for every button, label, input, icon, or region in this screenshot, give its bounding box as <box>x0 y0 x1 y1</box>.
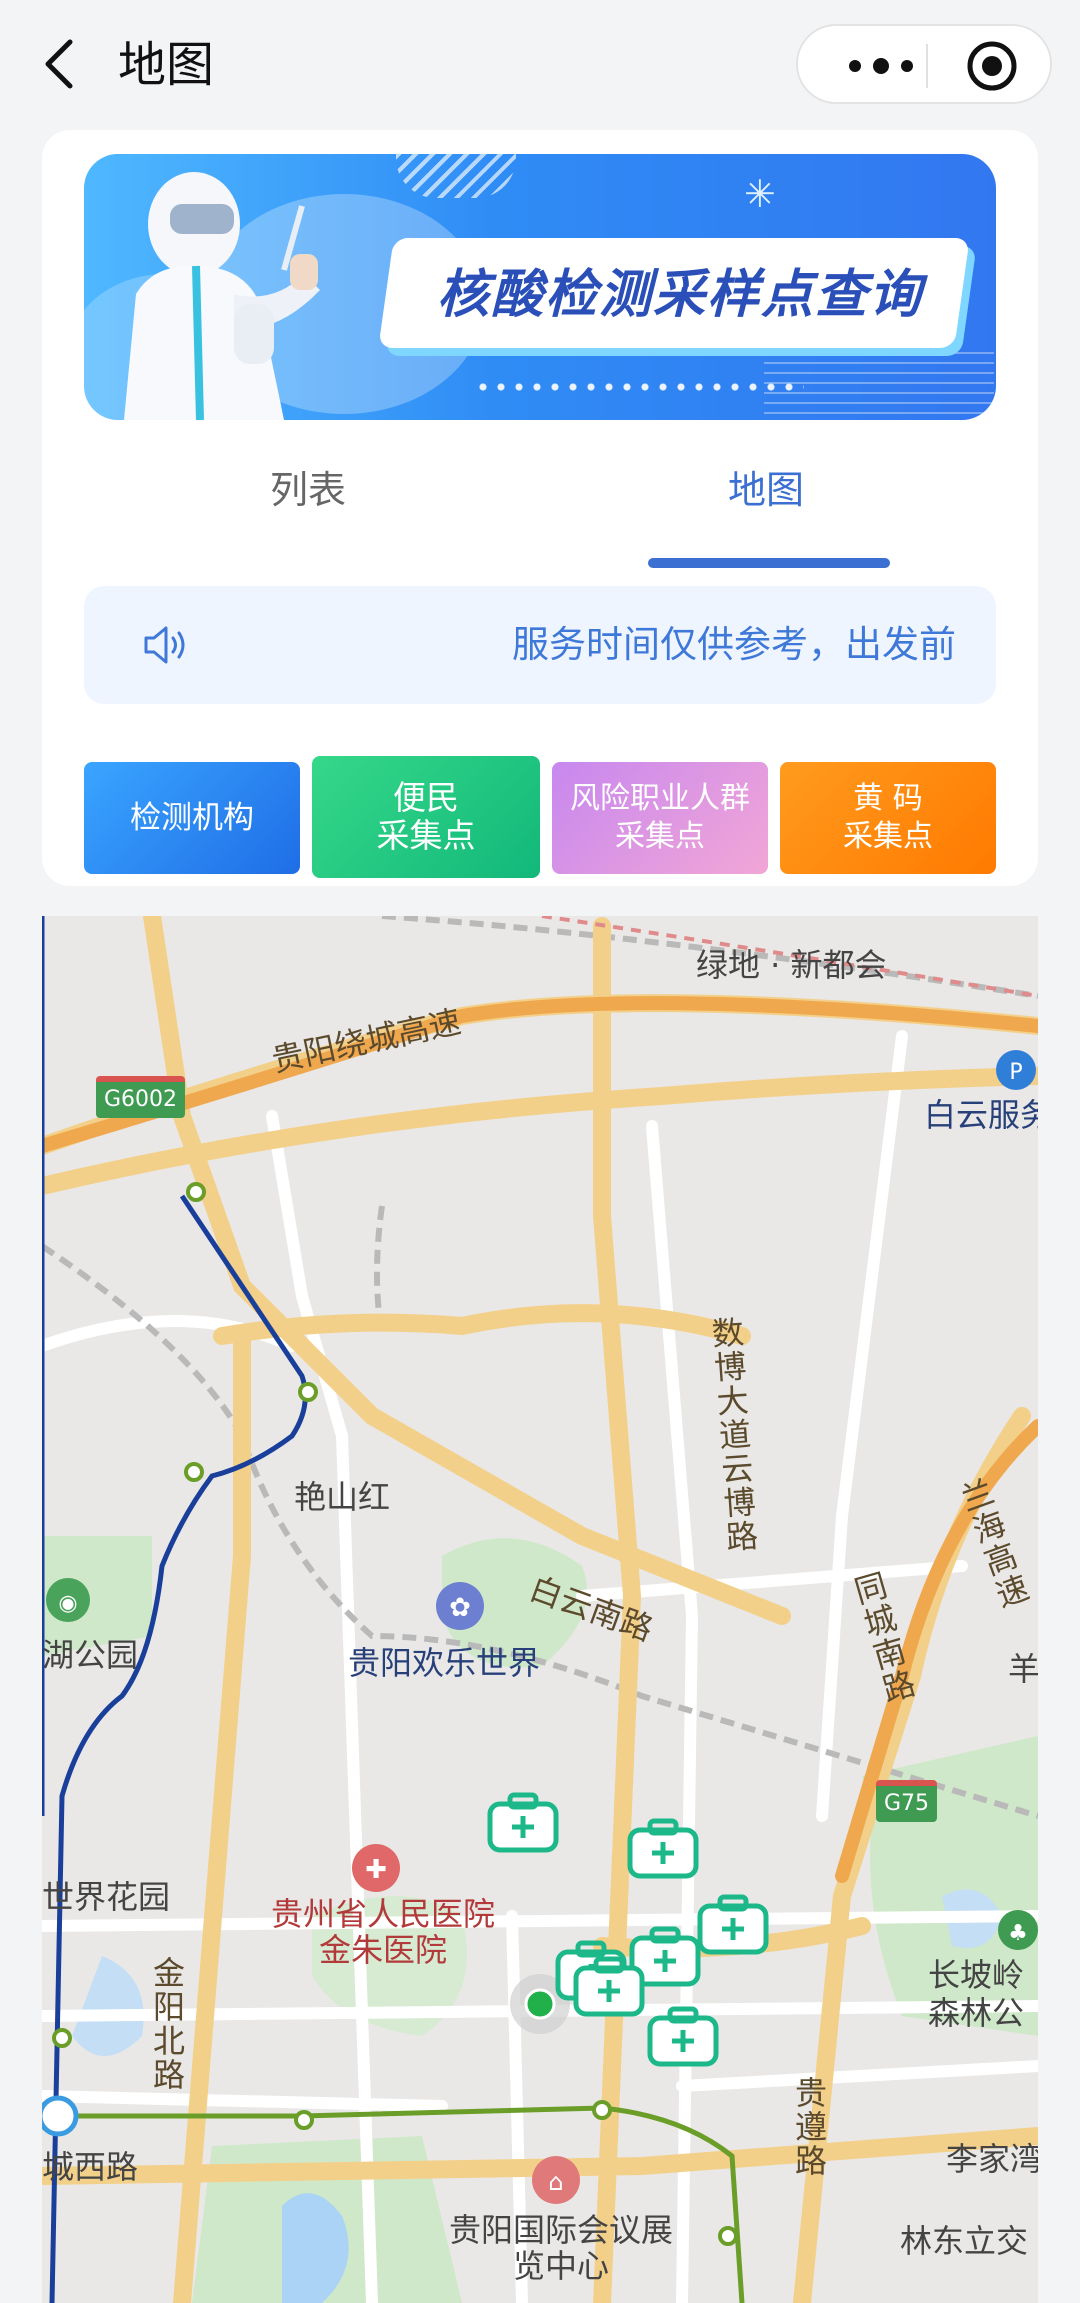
back-arrow-icon[interactable] <box>40 38 80 90</box>
banner-title: 核酸检测采样点查询 <box>436 265 923 325</box>
highway-shield-g75: G75 <box>876 1780 938 1822</box>
banner-lines <box>764 344 994 414</box>
sampling-point-marker[interactable] <box>572 1956 646 2018</box>
map-label: 羊 <box>1008 1650 1038 1688</box>
category-yellow-code-point[interactable]: 黄 码 采集点 <box>780 762 996 874</box>
virus-icon: ✳ <box>744 172 776 216</box>
map-label: 贵阳欢乐世界 <box>348 1644 541 1682</box>
capsule-divider <box>926 44 928 88</box>
sampling-point-marker[interactable] <box>696 1894 770 1956</box>
active-tab-indicator <box>648 558 890 568</box>
banner-dots <box>474 382 804 392</box>
notice-bar: 服务时间仅供参考，出发前 <box>84 586 996 704</box>
svg-text:⌂: ⌂ <box>548 2168 563 2196</box>
tab-list[interactable]: 列表 <box>270 460 346 520</box>
sampling-point-marker[interactable] <box>626 1818 700 1880</box>
map-label: 贵遵路 <box>790 2076 828 2178</box>
sampling-point-marker[interactable] <box>646 2006 720 2068</box>
view-tabs: 列表 地图 <box>42 430 1038 540</box>
close-target-icon[interactable] <box>964 38 1020 94</box>
map-label: 长坡岭森林公 <box>928 1956 1025 2032</box>
mini-program-capsule <box>796 24 1052 104</box>
banner: ✳ 核酸检测采样点查询 <box>84 154 996 420</box>
map-label: 贵州省人民医院金朱医院 <box>270 1895 495 1969</box>
search-card: ✳ 核酸检测采样点查询 列表 地图 服务时间仅供参考，出发前 检测机构 便民 采 <box>42 130 1038 886</box>
map-label: 绿地 · 新都会 <box>696 946 887 984</box>
map-label: 林东立交 <box>900 2222 1029 2260</box>
banner-stripes <box>396 154 516 198</box>
top-bar: 地图 <box>0 0 1080 130</box>
map-label: 湖公园 <box>42 1636 139 1674</box>
page-title: 地图 <box>118 37 215 93</box>
map-view[interactable]: ✿ ✚ ⌂ ◉ ♣ P G6002 G75 绿地 · 新都会 贵阳绕城高速 白云… <box>42 916 1038 2303</box>
svg-text:♣: ♣ <box>1008 1921 1028 1946</box>
svg-text:✿: ✿ <box>449 1593 471 1623</box>
sampling-point-marker[interactable] <box>486 1792 560 1854</box>
speaker-icon <box>144 626 185 664</box>
notice-text: 服务时间仅供参考，出发前 <box>512 623 956 666</box>
svg-text:✚: ✚ <box>365 1855 387 1885</box>
category-risk-occupation-point[interactable]: 风险职业人群 采集点 <box>552 762 768 874</box>
map-label: 贵阳国际会议展览中心 <box>448 2211 673 2285</box>
medical-worker-illustration <box>124 172 320 420</box>
map-label: 白云服务 <box>924 1096 1038 1134</box>
highway-shield-g6002: G6002 <box>96 1076 186 1118</box>
map-label: 世界花园 <box>42 1878 171 1916</box>
category-buttons: 检测机构 便民 采集点 风险职业人群 采集点 黄 码 采集点 <box>84 756 996 878</box>
svg-text:◉: ◉ <box>58 1591 77 1616</box>
more-icon[interactable] <box>838 50 924 82</box>
category-convenience-point[interactable]: 便民 采集点 <box>312 756 540 878</box>
svg-text:P: P <box>1009 1060 1022 1085</box>
map-label: 李家湾 <box>946 2140 1038 2178</box>
category-testing-institution[interactable]: 检测机构 <box>84 762 300 874</box>
tab-map[interactable]: 地图 <box>728 460 804 520</box>
map-label: 艳山红 <box>294 1478 391 1516</box>
map-label: 城西路 <box>42 2148 139 2186</box>
map-label: 金阳北路 <box>148 1956 186 2092</box>
